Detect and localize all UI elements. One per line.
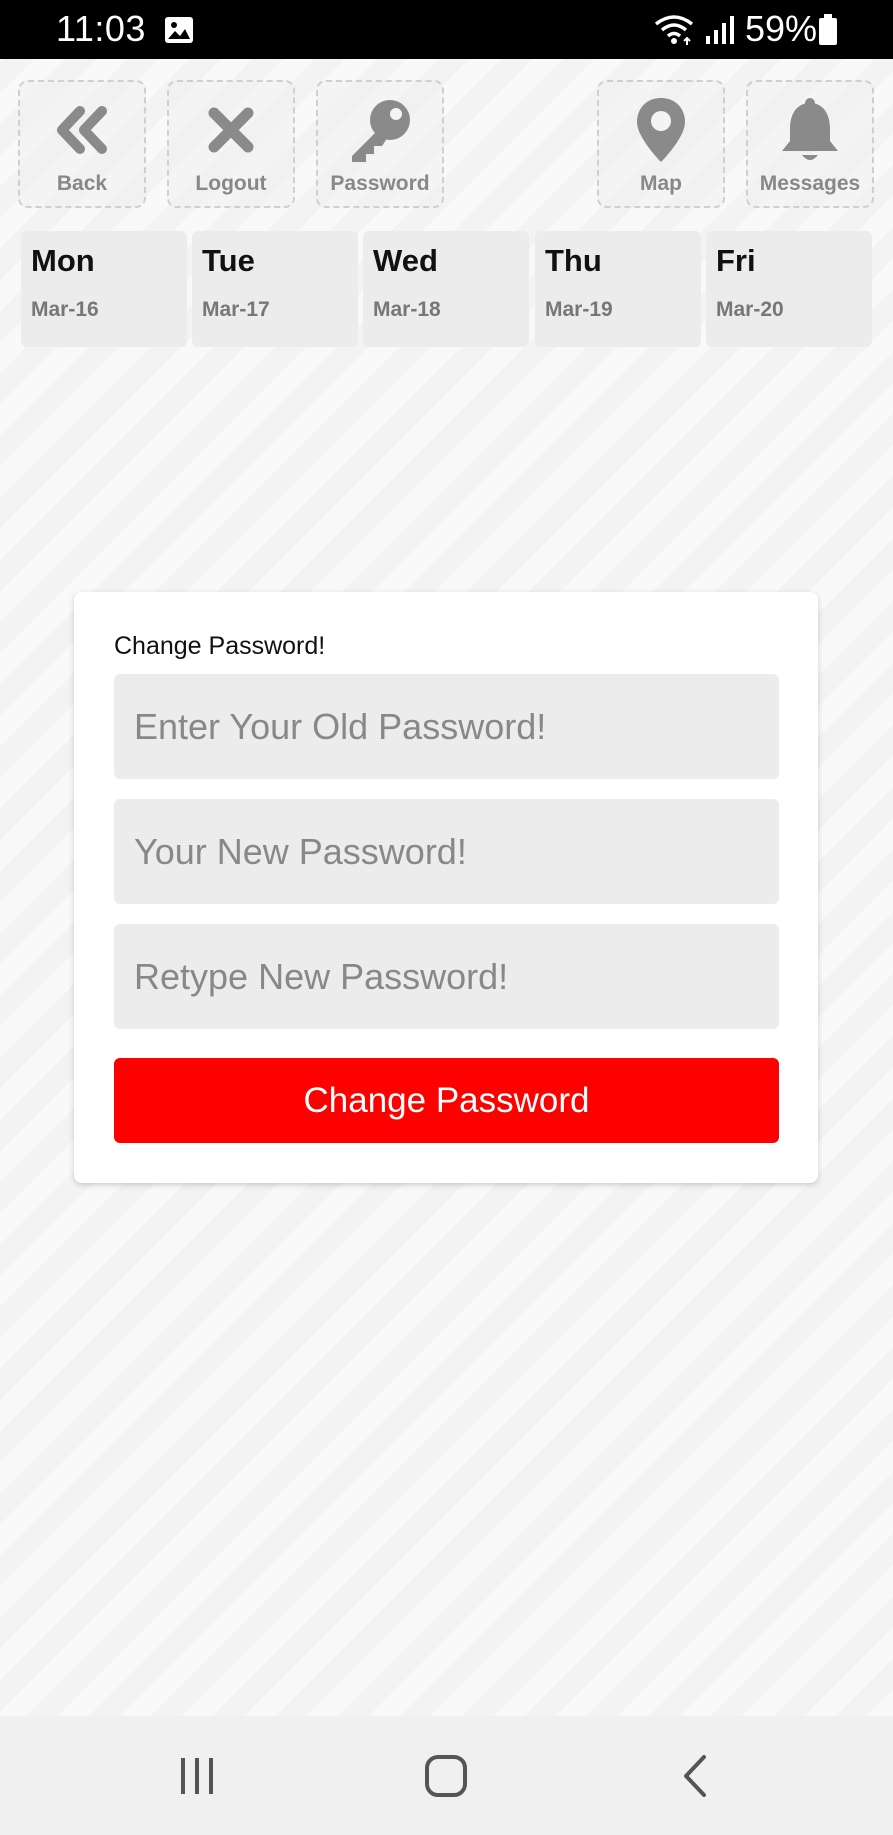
day-tab-tue[interactable]: Tue Mar-17 xyxy=(192,231,358,347)
signal-icon xyxy=(704,14,736,51)
day-name: Fri xyxy=(716,243,756,278)
home-icon[interactable] xyxy=(406,1746,486,1806)
status-time: 11:03 xyxy=(56,8,146,49)
messages-button[interactable]: Messages xyxy=(746,80,874,208)
battery-level: 59% xyxy=(745,8,818,49)
gallery-icon xyxy=(164,16,194,49)
card-title: Change Password! xyxy=(114,632,326,660)
status-bar: 11:03 59% xyxy=(0,0,893,59)
wifi-icon xyxy=(654,14,694,51)
logout-label: Logout xyxy=(195,172,267,195)
day-tab-thu[interactable]: Thu Mar-19 xyxy=(535,231,701,347)
back-nav-icon[interactable] xyxy=(656,1746,736,1806)
retype-password-input[interactable] xyxy=(114,924,779,1029)
day-date: Mar-17 xyxy=(202,298,270,321)
day-tab-wed[interactable]: Wed Mar-18 xyxy=(363,231,529,347)
map-label: Map xyxy=(640,172,682,195)
messages-label: Messages xyxy=(759,172,861,195)
password-label: Password xyxy=(330,172,430,195)
bell-icon xyxy=(748,94,872,166)
day-name: Wed xyxy=(373,243,438,278)
day-date: Mar-19 xyxy=(545,298,613,321)
day-tab-fri[interactable]: Fri Mar-20 xyxy=(706,231,872,347)
day-name: Tue xyxy=(202,243,255,278)
recent-apps-icon[interactable] xyxy=(157,1746,237,1806)
change-password-card: Change Password! Change Password xyxy=(74,592,818,1183)
close-icon xyxy=(169,94,293,166)
map-pin-icon xyxy=(599,94,723,166)
day-tab-mon[interactable]: Mon Mar-16 xyxy=(21,231,187,347)
new-password-input[interactable] xyxy=(114,799,779,904)
battery-icon xyxy=(818,14,838,51)
key-icon xyxy=(318,94,442,166)
back-label: Back xyxy=(56,172,108,195)
logout-button[interactable]: Logout xyxy=(167,80,295,208)
day-name: Mon xyxy=(31,243,95,278)
day-date: Mar-20 xyxy=(716,298,784,321)
old-password-input[interactable] xyxy=(114,674,779,779)
day-date: Mar-18 xyxy=(373,298,441,321)
day-date: Mar-16 xyxy=(31,298,99,321)
map-button[interactable]: Map xyxy=(597,80,725,208)
double-chevron-left-icon xyxy=(20,94,144,166)
change-password-button[interactable]: Change Password xyxy=(114,1058,779,1143)
back-button[interactable]: Back xyxy=(18,80,146,208)
day-name: Thu xyxy=(545,243,602,278)
navigation-bar xyxy=(0,1716,893,1835)
password-button[interactable]: Password xyxy=(316,80,444,208)
